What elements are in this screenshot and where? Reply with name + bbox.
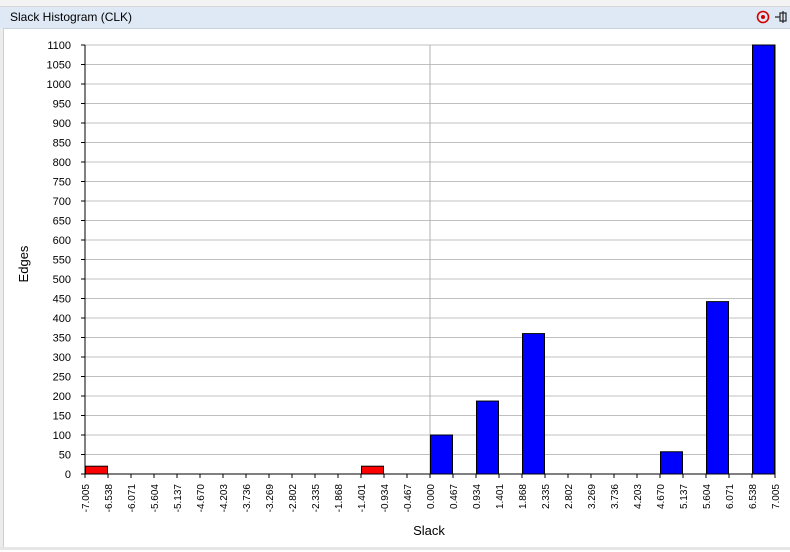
y-tick-label: 750 (53, 177, 71, 189)
y-tick-label: 250 (53, 372, 71, 384)
y-tick-label: 650 (53, 216, 71, 228)
x-tick-label: -0.934 (380, 484, 391, 513)
x-tick-label: 0.467 (449, 484, 460, 509)
panel-titlebar: Slack Histogram (CLK) (0, 7, 790, 29)
y-tick-label: 550 (53, 255, 71, 267)
y-tick-label: 400 (53, 313, 71, 325)
histogram-bar (660, 451, 683, 475)
y-tick-label: 50 (59, 450, 71, 462)
y-tick-label: 900 (53, 118, 71, 130)
histogram-chart: 0 50 100 150 200 250 300 350 400 450 500 550 600 650 7… (4, 29, 790, 547)
x-tick-label: 6.071 (725, 484, 736, 509)
y-tick-label: 1100 (47, 40, 71, 52)
titlebar-icons (756, 9, 788, 26)
y-tick-label: 450 (53, 294, 71, 306)
y-tick-label: 950 (53, 99, 71, 111)
target-close-icon[interactable] (756, 9, 770, 25)
x-tick-label: 4.670 (656, 484, 667, 509)
y-tick-label: 150 (53, 411, 71, 423)
x-tick-label: 6.538 (748, 484, 759, 509)
x-tick-label: 1.401 (495, 484, 506, 509)
grid-layer (84, 44, 776, 475)
y-tick-label: 700 (53, 196, 71, 208)
top-strip (0, 0, 790, 7)
pin-icon[interactable] (774, 9, 788, 25)
x-tick-label: 3.269 (587, 484, 598, 509)
x-tick-label: -1.401 (357, 484, 368, 513)
y-tick-label: 0 (65, 469, 71, 481)
y-tick-label: 600 (53, 235, 71, 247)
x-tick-label: -7.005 (81, 484, 92, 513)
x-tick-label: -5.137 (173, 484, 184, 513)
y-tick-label: 350 (53, 333, 71, 345)
histogram-bar (361, 465, 384, 475)
x-tick-label: -4.203 (219, 484, 230, 513)
x-tick-label: -4.670 (196, 484, 207, 513)
x-tick-label: 3.736 (610, 484, 621, 509)
x-tick-label: 2.802 (564, 484, 575, 509)
histogram-bar (522, 333, 545, 475)
y-tick-label: 500 (53, 274, 71, 286)
x-tick-label: -6.538 (104, 484, 115, 513)
y-tick-label: 200 (53, 391, 71, 403)
y-tick-label: 800 (53, 157, 71, 169)
x-tick-label: 0.000 (426, 484, 437, 509)
x-tick-label: 4.203 (633, 484, 644, 509)
x-tick-label: -2.802 (288, 484, 299, 513)
x-tick-label: -3.736 (242, 484, 253, 513)
x-tick-label: -6.071 (127, 484, 138, 513)
x-tick-label: -1.868 (334, 484, 345, 513)
x-axis-label: Slack (413, 523, 445, 538)
x-tick-label: 2.335 (541, 484, 552, 509)
panel-title: Slack Histogram (CLK) (10, 10, 133, 24)
x-tick-label: -2.335 (311, 484, 322, 513)
y-tick-label: 300 (53, 352, 71, 364)
x-tick-label: -5.604 (150, 484, 161, 513)
x-tick-label: -0.467 (403, 484, 414, 513)
y-tick-label: 1000 (47, 79, 71, 91)
histogram-bar (476, 400, 499, 475)
x-tick-label: -3.269 (265, 484, 276, 513)
x-tick-label: 1.868 (518, 484, 529, 509)
x-tick-label: 7.005 (771, 484, 782, 509)
histogram-svg: 0 50 100 150 200 250 300 350 400 450 500 550 600 650 7… (16, 40, 782, 538)
y-tick-label: 1050 (47, 60, 71, 72)
histogram-bar (752, 44, 775, 475)
histogram-bar (430, 434, 453, 475)
x-tick-label: 5.604 (702, 484, 713, 509)
histogram-bar (706, 301, 729, 475)
y-tick-label: 850 (53, 138, 71, 150)
x-tick-label: 5.137 (679, 484, 690, 509)
x-tick-label: 0.934 (472, 484, 483, 509)
y-axis-label: Edges (16, 245, 31, 282)
histogram-bar (85, 465, 108, 475)
y-tick-label: 100 (53, 430, 71, 442)
